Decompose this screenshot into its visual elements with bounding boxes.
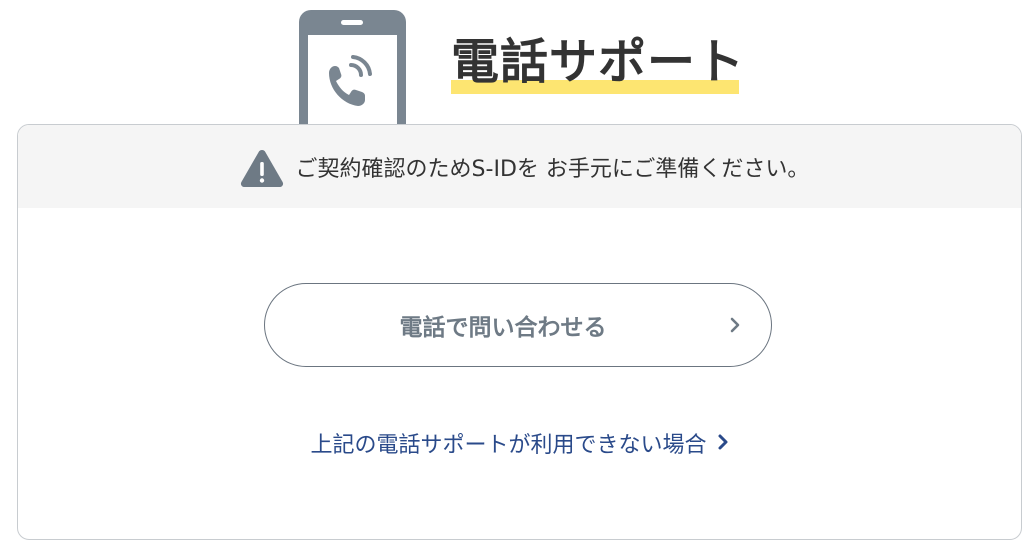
warning-icon xyxy=(240,142,296,192)
notice-text: ご契約確認のためS-IDを お手元にご準備ください。 xyxy=(295,156,810,182)
phone-support-page: 電話サポート ご契約確認のためS-IDを お手元にご準備ください。 電話で問い合… xyxy=(0,0,1033,556)
title-block: 電話サポート xyxy=(451,30,745,100)
chevron-right-icon xyxy=(707,431,729,455)
call-button-label: 電話で問い合わせる xyxy=(399,315,607,341)
alternative-support-link[interactable]: 上記の電話サポートが利用できない場合 xyxy=(18,427,1021,459)
notice-banner: ご契約確認のためS-IDを お手元にご準備ください。 xyxy=(18,125,1021,208)
call-support-button[interactable]: 電話で問い合わせる xyxy=(264,283,772,367)
phone-call-icon xyxy=(298,9,407,155)
page-title: 電話サポート xyxy=(451,34,746,90)
support-card: ご契約確認のためS-IDを お手元にご準備ください。 電話で問い合わせる 上記の… xyxy=(17,124,1022,540)
alt-link-label: 上記の電話サポートが利用できない場合 xyxy=(310,433,707,458)
